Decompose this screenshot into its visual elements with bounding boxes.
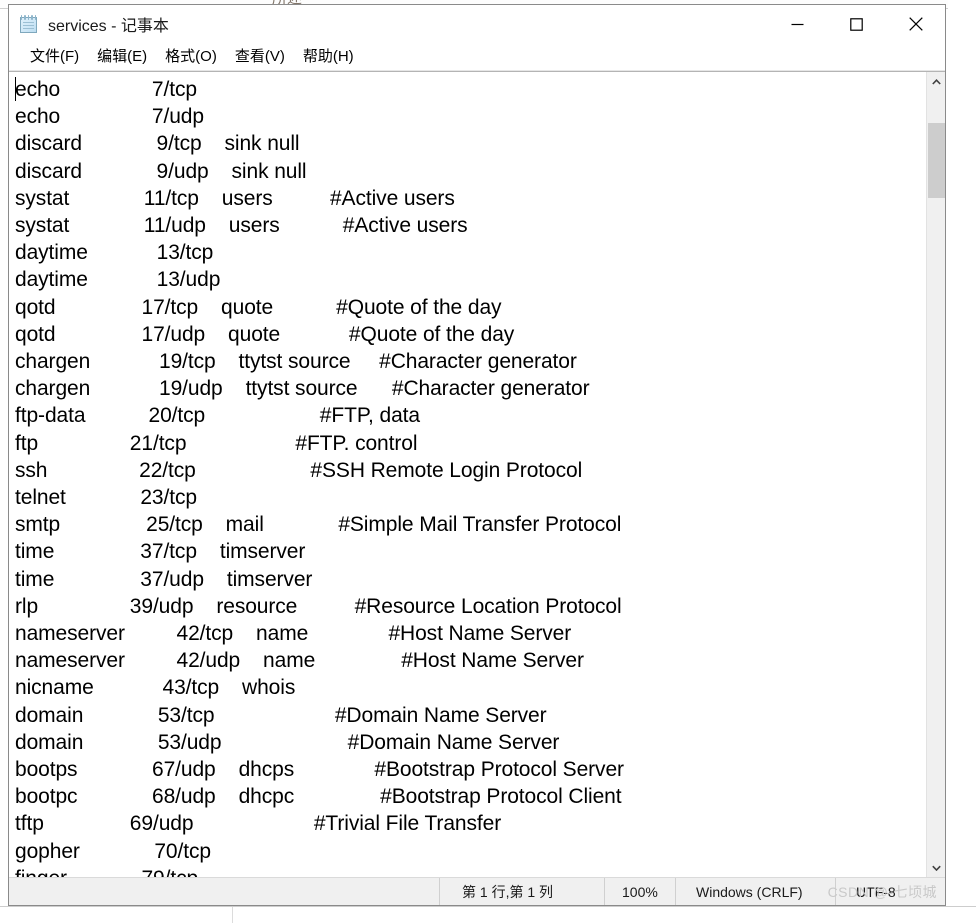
document-line: time 37/udp timserver: [15, 567, 313, 591]
document-line: daytime 13/udp: [15, 268, 221, 292]
status-encoding[interactable]: UTF-8: [835, 878, 945, 905]
maximize-icon: [850, 17, 863, 31]
menu-file[interactable]: 文件(F): [21, 47, 88, 67]
maximize-button[interactable]: [827, 5, 886, 43]
minimize-icon: [791, 23, 804, 25]
notepad-window: services - 记事本 文件(F) 编辑(E) 格式(O) 查看(V) 帮…: [8, 4, 946, 906]
document-line: telnet 23/tcp: [15, 486, 197, 510]
background-bottom-strip: [0, 906, 976, 923]
scroll-down-button[interactable]: [927, 858, 945, 877]
document-line: nameserver 42/tcp name #Host Name Server: [15, 622, 572, 646]
document-line: bootpc 68/udp dhcpc #Bootstrap Protocol …: [15, 785, 622, 809]
status-zoom-level[interactable]: 100%: [604, 878, 675, 905]
background-right-strip: [948, 0, 976, 922]
document-line: nicname 43/tcp whois: [15, 676, 296, 700]
document-line: ssh 22/tcp #SSH Remote Login Protocol: [15, 458, 583, 482]
document-line: rlp 39/udp resource #Resource Location P…: [15, 594, 622, 618]
background-column-divider: [232, 907, 233, 923]
status-cursor-position: 第 1 行,第 1 列: [439, 878, 604, 905]
window-controls: [768, 5, 945, 43]
document-line: chargen 19/tcp ttytst source #Character …: [15, 350, 577, 374]
document-line: discard 9/tcp sink null: [15, 132, 300, 156]
text-editor-area[interactable]: echo 7/tcp echo 7/udp discard 9/tcp sink n…: [9, 72, 926, 877]
editor-region: echo 7/tcp echo 7/udp discard 9/tcp sink n…: [9, 71, 945, 877]
scrollbar-thumb[interactable]: [928, 123, 945, 198]
scroll-up-icon: [932, 78, 941, 85]
document-line: discard 9/udp sink null: [15, 159, 307, 183]
document-line: gopher 70/tcp: [15, 839, 211, 863]
notepad-icon: [19, 14, 39, 34]
document-line: time 37/tcp timserver: [15, 540, 306, 564]
document-line: qotd 17/udp quote #Quote of the day: [15, 322, 515, 346]
document-line: nameserver 42/udp name #Host Name Server: [15, 649, 584, 673]
document-line: daytime 13/tcp: [15, 241, 214, 265]
menu-format[interactable]: 格式(O): [156, 47, 226, 67]
document-line: echo 7/tcp: [15, 78, 197, 101]
document-line: ftp-data 20/tcp #FTP, data: [15, 404, 420, 428]
document-line: ftp 21/tcp #FTP. control: [15, 431, 418, 455]
document-line: chargen 19/udp ttytst source #Character …: [15, 377, 590, 401]
status-bar-spacer: [9, 878, 439, 905]
document-line: smtp 25/tcp mail #Simple Mail Transfer P…: [15, 513, 622, 537]
status-line-ending[interactable]: Windows (CRLF): [675, 878, 835, 905]
minimize-button[interactable]: [768, 5, 827, 43]
document-line: bootps 67/udp dhcps #Bootstrap Protocol …: [15, 758, 624, 782]
menu-view[interactable]: 查看(V): [226, 47, 294, 67]
document-line: domain 53/tcp #Domain Name Server: [15, 703, 547, 727]
document-line: echo 7/udp: [15, 105, 204, 129]
scroll-up-button[interactable]: [927, 72, 945, 91]
title-bar[interactable]: services - 记事本: [9, 5, 945, 43]
status-bar: 第 1 行,第 1 列 100% Windows (CRLF) UTF-8 CS…: [9, 877, 945, 905]
document-line: systat 11/tcp users #Active users: [15, 186, 455, 210]
window-title: services - 记事本: [48, 18, 169, 35]
close-icon: [908, 17, 923, 31]
vertical-scrollbar[interactable]: [926, 72, 945, 877]
document-line: qotd 17/tcp quote #Quote of the day: [15, 295, 502, 319]
scroll-down-icon: [932, 865, 941, 871]
close-button[interactable]: [886, 5, 945, 43]
menu-edit[interactable]: 编辑(E): [88, 47, 156, 67]
document-line: systat 11/udp users #Active users: [15, 214, 468, 238]
document-line: tftp 69/udp #Trivial File Transfer: [15, 812, 502, 836]
document-line: domain 53/udp #Domain Name Server: [15, 730, 560, 754]
menu-help[interactable]: 帮助(H): [294, 47, 363, 67]
menu-bar: 文件(F) 编辑(E) 格式(O) 查看(V) 帮助(H): [9, 43, 945, 71]
text-caret: [15, 77, 16, 101]
title-bar-left: services - 记事本: [9, 12, 169, 36]
document-line: finger 79/tcp: [15, 865, 926, 877]
